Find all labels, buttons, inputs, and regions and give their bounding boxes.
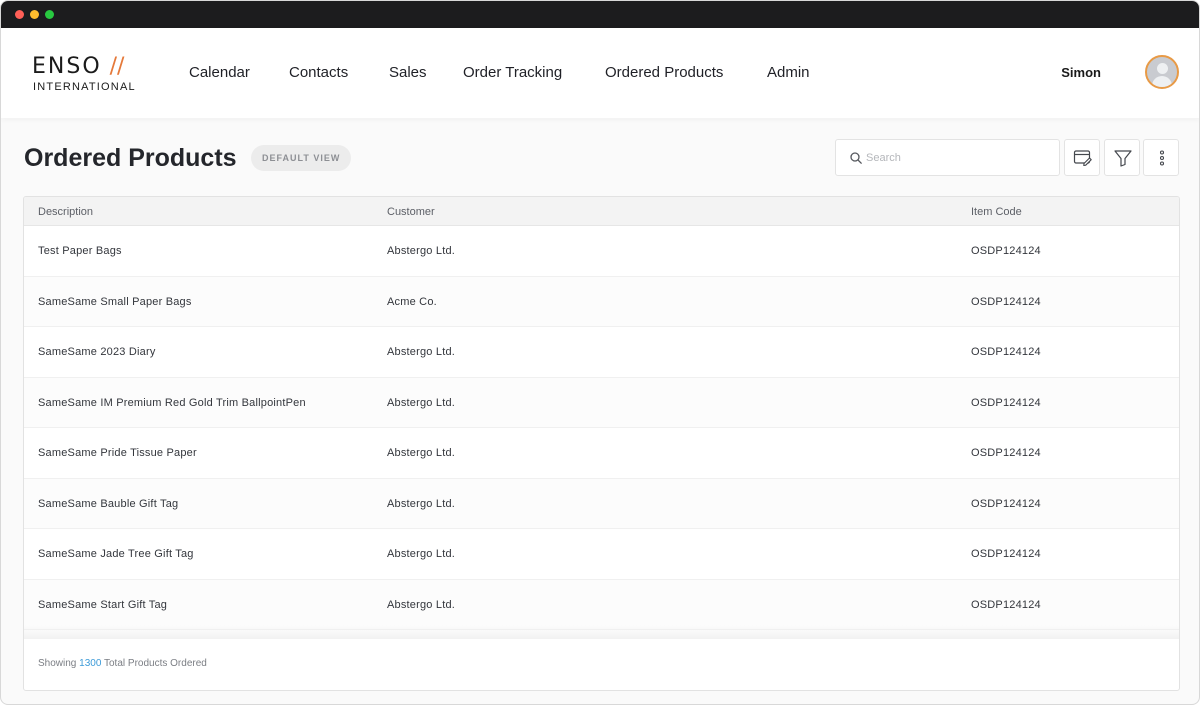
- edit-view-button[interactable]: [1064, 139, 1100, 176]
- filter-button[interactable]: [1104, 139, 1140, 176]
- scroll-fade: [24, 625, 1179, 639]
- cell-customer: Abstergo Ltd.: [387, 396, 456, 409]
- cell-description: SameSame Pride Tissue Paper: [38, 447, 197, 459]
- footer-suffix: Total Products Ordered: [104, 658, 207, 669]
- search-icon: [850, 152, 862, 164]
- table-row[interactable]: SameSame Jade Tree Gift Tag Abstergo Ltd…: [24, 529, 1179, 580]
- nav-item-admin[interactable]: Admin: [767, 64, 810, 81]
- more-vertical-icon: [1159, 150, 1165, 166]
- cell-description: Test Paper Bags: [38, 245, 122, 257]
- logo-text: ENSO: [32, 54, 102, 79]
- cell-description: SameSame Small Paper Bags: [38, 295, 192, 308]
- cell-customer: Abstergo Ltd.: [387, 346, 456, 358]
- cell-customer: Abstergo Ltd.: [387, 447, 456, 459]
- top-navigation: ENSO // INTERNATIONAL Calendar Contacts S…: [1, 28, 1199, 118]
- logo-slash: //: [109, 54, 125, 79]
- window-title-bar: [1, 1, 1199, 28]
- table-footer-summary: Showing 1300 Total Products Ordered: [38, 658, 207, 669]
- ordered-products-table: Description Customer Item Code Test Pape…: [23, 196, 1180, 691]
- table-row[interactable]: Test Paper Bags Abstergo Ltd. OSDP124124: [24, 226, 1179, 277]
- table-row[interactable]: SameSame Start Gift Tag Abstergo Ltd. OS…: [24, 579, 1179, 630]
- cell-customer: Abstergo Ltd.: [387, 245, 456, 257]
- logo[interactable]: ENSO // INTERNATIONAL: [32, 54, 142, 94]
- cell-item-code: OSDP124124: [971, 548, 1041, 560]
- more-options-button[interactable]: [1143, 139, 1179, 176]
- cell-description: SameSame Start Gift Tag: [38, 598, 168, 611]
- search-input[interactable]: [866, 148, 1046, 168]
- view-selector-badge[interactable]: DEFAULT VIEW: [251, 145, 352, 171]
- cell-description: SameSame IM Premium Red Gold Trim Ballpo…: [38, 396, 306, 409]
- table-row[interactable]: SameSame IM Premium Red Gold Trim Ballpo…: [24, 377, 1179, 428]
- nav-item-sales[interactable]: Sales: [389, 64, 427, 81]
- cell-description: SameSame Bauble Gift Tag: [38, 497, 179, 510]
- window-minimize-button[interactable]: [30, 10, 39, 19]
- nav-item-order-tracking[interactable]: Order Tracking: [463, 64, 562, 81]
- nav-item-ordered-products[interactable]: Ordered Products: [605, 64, 723, 81]
- table-row[interactable]: SameSame Small Paper Bags Acme Co. OSDP1…: [24, 276, 1179, 327]
- avatar-body: [1152, 76, 1172, 87]
- edit-view-icon: [1073, 150, 1092, 167]
- column-header-item-code[interactable]: Item Code: [971, 206, 1022, 218]
- cell-item-code: OSDP124124: [971, 346, 1041, 358]
- column-header-description[interactable]: Description: [38, 206, 93, 218]
- cell-item-code: OSDP124124: [971, 598, 1041, 611]
- cell-description: SameSame Jade Tree Gift Tag: [38, 548, 194, 560]
- nav-item-calendar[interactable]: Calendar: [189, 64, 250, 81]
- user-avatar-icon[interactable]: [1145, 55, 1179, 89]
- nav-item-contacts[interactable]: Contacts: [289, 64, 348, 81]
- window-close-button[interactable]: [15, 10, 24, 19]
- logo-wordmark: ENSO //: [32, 54, 124, 79]
- table-row[interactable]: SameSame Bauble Gift Tag Abstergo Ltd. O…: [24, 478, 1179, 529]
- footer-prefix: Showing: [38, 658, 77, 669]
- app-window: ENSO // INTERNATIONAL Calendar Contacts S…: [0, 0, 1200, 705]
- window-maximize-button[interactable]: [45, 10, 54, 19]
- avatar-head: [1157, 63, 1168, 74]
- logo-subtitle: INTERNATIONAL: [33, 81, 136, 93]
- cell-item-code: OSDP124124: [971, 497, 1041, 510]
- cell-customer: Abstergo Ltd.: [387, 548, 456, 560]
- page-title: Ordered Products: [24, 144, 237, 172]
- search-field[interactable]: [835, 139, 1060, 176]
- cell-customer: Abstergo Ltd.: [387, 497, 456, 510]
- cell-item-code: OSDP124124: [971, 447, 1041, 459]
- user-name[interactable]: Simon: [1061, 65, 1101, 80]
- cell-customer: Abstergo Ltd.: [387, 598, 456, 611]
- cell-description: SameSame 2023 Diary: [38, 346, 156, 358]
- total-count: 1300: [79, 658, 102, 669]
- table-body: Test Paper Bags Abstergo Ltd. OSDP124124…: [24, 226, 1179, 630]
- table-header: Description Customer Item Code: [24, 197, 1179, 226]
- cell-customer: Acme Co.: [387, 295, 437, 308]
- table-row[interactable]: SameSame Pride Tissue Paper Abstergo Ltd…: [24, 428, 1179, 479]
- table-row[interactable]: SameSame 2023 Diary Abstergo Ltd. OSDP12…: [24, 327, 1179, 378]
- cell-item-code: OSDP124124: [971, 295, 1041, 308]
- filter-icon: [1114, 150, 1132, 167]
- column-header-customer[interactable]: Customer: [387, 206, 435, 218]
- cell-item-code: OSDP124124: [971, 396, 1041, 409]
- cell-item-code: OSDP124124: [971, 245, 1041, 257]
